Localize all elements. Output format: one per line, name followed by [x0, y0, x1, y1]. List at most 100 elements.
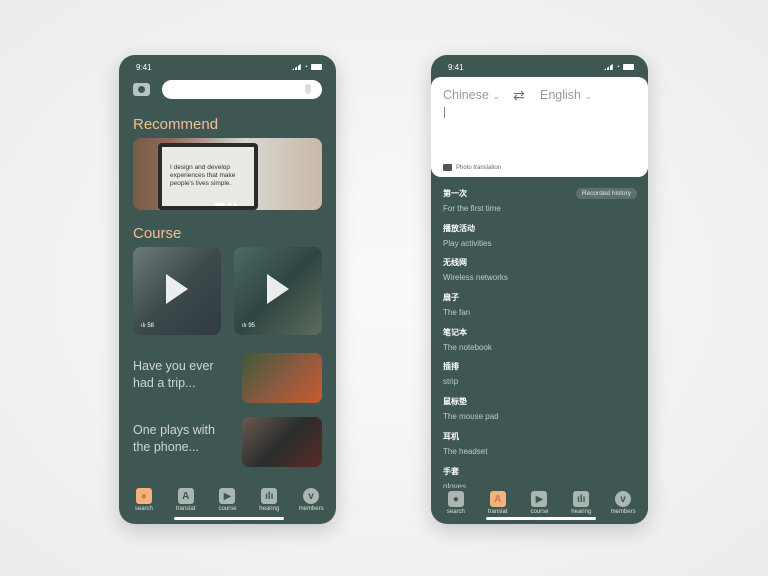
battery-icon — [311, 64, 322, 70]
history-item[interactable]: 插排 strip — [443, 361, 508, 396]
history-english: The fan — [443, 308, 471, 318]
bottom-nav: ● search Atranslat ▶ course ılı hearing v me… — [119, 488, 336, 512]
history-english: For the first time — [443, 204, 501, 213]
history-english: The mouse pad — [443, 412, 499, 422]
signal-icon — [291, 64, 301, 70]
status-bar: 9:41 ◔ — [136, 61, 322, 73]
course-video[interactable]: ılı 58 — [133, 247, 221, 335]
search-icon: ● — [447, 491, 464, 507]
status-time: 9:41 — [448, 62, 464, 72]
status-time: 9:41 — [136, 62, 152, 72]
nav-label: course — [218, 506, 237, 512]
translate-icon: A — [489, 491, 506, 507]
nav-members[interactable]: v members — [603, 491, 643, 515]
nav-label: hearing — [259, 506, 280, 512]
nav-search[interactable]: ● search — [124, 488, 164, 512]
play-icon[interactable] — [267, 274, 289, 304]
translate-screen: 9:41 ◔ Chinese ⌄ ⇄ English ⌄ Photo translat… — [431, 55, 648, 524]
swap-languages-icon[interactable]: ⇄ — [513, 87, 525, 104]
history-list: 第一次 For the first time 播放活动 Play activities… — [443, 188, 508, 500]
bars-icon: ılı — [573, 491, 590, 507]
nav-hearing[interactable]: ılı hearing — [249, 488, 289, 512]
history-item[interactable]: 耳机 The headset — [443, 431, 508, 466]
nav-label: hearing — [571, 509, 592, 515]
recommend-heading: Recommend — [133, 116, 219, 133]
play-icon: ▶ — [219, 488, 236, 504]
play-icon: ▶ — [531, 491, 548, 507]
microphone-icon[interactable] — [305, 84, 311, 94]
wifi-icon: ◔ — [303, 63, 308, 71]
history-item[interactable]: 第一次 For the first time — [443, 188, 508, 223]
bars-icon: ılı — [261, 488, 278, 504]
home-indicator — [174, 517, 284, 520]
chevron-down-icon: ⌄ — [585, 92, 592, 101]
carousel-dots[interactable] — [215, 203, 237, 206]
story-thumbnail[interactable] — [242, 417, 322, 467]
search-input[interactable] — [162, 80, 322, 99]
translate-icon: A — [177, 488, 194, 504]
wifi-icon: ◔ — [615, 63, 620, 71]
history-english: Play activities — [443, 238, 492, 248]
status-bar: 9:41 ◔ — [448, 61, 634, 73]
history-chinese: 耳机 — [443, 431, 459, 441]
nav-search[interactable]: ● search — [436, 491, 476, 515]
history-english: The headset — [443, 446, 488, 456]
nav-translat[interactable]: Atranslat — [478, 491, 518, 515]
camera-icon — [443, 164, 452, 171]
target-language: English — [540, 88, 581, 102]
text-input[interactable] — [444, 107, 445, 118]
story-title[interactable]: Have you ever had a trip... — [133, 358, 233, 392]
course-video[interactable]: ılı 95 — [234, 247, 322, 335]
nav-translat[interactable]: Atranslat — [166, 488, 206, 512]
history-item[interactable]: 播放活动 Play activities — [443, 223, 508, 258]
search-icon: ● — [135, 488, 152, 504]
history-item[interactable]: 扇子 The fan — [443, 292, 508, 327]
source-language-select[interactable]: Chinese ⌄ — [443, 88, 500, 102]
history-chinese: 笔记本 — [443, 327, 467, 337]
story-title[interactable]: One plays with the phone... — [133, 422, 233, 456]
history-chinese: 手套 — [443, 466, 459, 476]
nav-label: translat — [487, 509, 508, 515]
nav-hearing[interactable]: ılı hearing — [561, 491, 601, 515]
recommend-banner[interactable]: I design and develop experiences that ma… — [133, 138, 322, 210]
battery-icon — [623, 64, 634, 70]
history-chinese: 扇子 — [443, 293, 459, 303]
nav-label: search — [134, 506, 153, 512]
nav-members[interactable]: v members — [291, 488, 331, 512]
bottom-nav: ● search Atranslat ▶ course ılı hearing v me… — [431, 488, 648, 515]
camera-icon[interactable] — [133, 83, 150, 96]
play-icon[interactable] — [166, 274, 188, 304]
history-item[interactable]: 无线网 Wireless networks — [443, 257, 508, 292]
nav-course[interactable]: ▶ course — [207, 488, 247, 512]
history-chinese: 插排 — [443, 362, 459, 372]
history-english: strip — [443, 377, 459, 387]
banner-text: I design and develop experiences that ma… — [162, 147, 254, 206]
photo-translation-label: Photo translation — [456, 164, 502, 171]
history-chinese: 第一次 — [443, 189, 467, 198]
nav-course[interactable]: ▶ course — [519, 491, 559, 515]
home-screen: 9:41 ◔ Recommend I design and develop exp… — [119, 55, 336, 524]
history-english: Wireless networks — [443, 273, 508, 283]
home-indicator — [486, 517, 596, 520]
view-count: 95 — [248, 323, 256, 329]
nav-label: search — [446, 509, 465, 515]
chevron-down-icon: ⌄ — [492, 92, 500, 101]
history-chinese: 播放活动 — [443, 223, 475, 233]
source-language: Chinese — [443, 88, 489, 102]
photo-translation-button[interactable]: Photo translation — [443, 164, 501, 171]
history-chinese: 无线网 — [443, 258, 467, 268]
nav-label: course — [530, 509, 549, 515]
members-icon: v — [615, 491, 632, 507]
nav-label: members — [610, 509, 636, 515]
history-item[interactable]: 鼠标垫 The mouse pad — [443, 396, 508, 431]
nav-label: translat — [175, 506, 196, 512]
nav-label: members — [298, 506, 324, 512]
target-language-select[interactable]: English ⌄ — [540, 88, 592, 102]
course-heading: Course — [133, 225, 182, 242]
recorded-history-badge[interactable]: Recorded history — [575, 188, 637, 199]
history-chinese: 鼠标垫 — [443, 397, 467, 407]
history-item[interactable]: 笔记本 The notebook — [443, 327, 508, 362]
story-thumbnail[interactable] — [242, 353, 322, 403]
members-icon: v — [303, 488, 320, 504]
signal-icon — [603, 64, 613, 70]
